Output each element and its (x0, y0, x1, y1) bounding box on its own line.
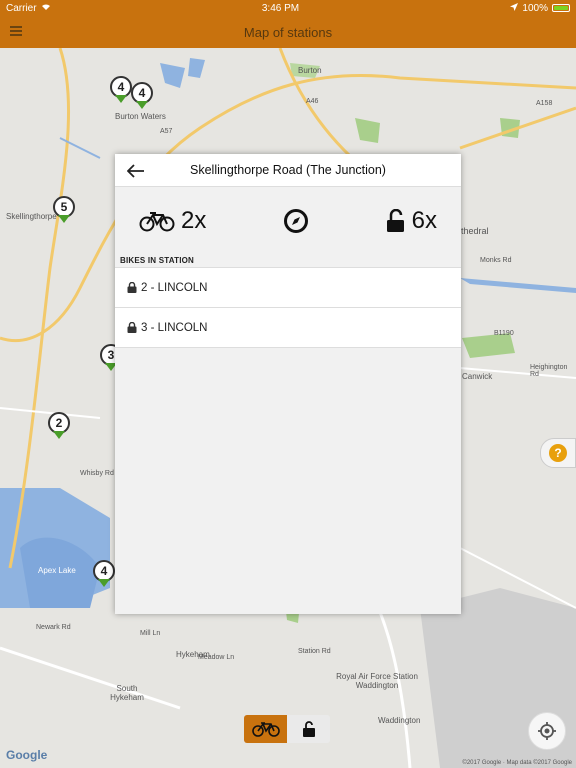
station-pin[interactable]: 4 (93, 560, 115, 588)
unlock-icon (386, 209, 404, 232)
map-label-a46: A46 (306, 98, 319, 105)
map-label-canwick: Canwick (462, 372, 493, 381)
map-label-b1190: B1190 (494, 330, 514, 337)
map-label-burton: Burton (298, 66, 322, 75)
map-label-apex-lake: Apex Lake (38, 566, 76, 575)
unlock-icon (302, 721, 315, 737)
list-item[interactable]: 3 - LINCOLN (115, 308, 461, 348)
modal-header: Skellingthorpe Road (The Junction) (115, 154, 461, 187)
my-location-button[interactable] (528, 712, 566, 750)
map-label-south-hykeham: South Hykeham (110, 684, 144, 702)
map-label-station-rd: Station Rd (298, 648, 331, 655)
carrier-label: Carrier (6, 2, 37, 14)
status-bar: Carrier 3:46 PM 100% (0, 0, 576, 16)
map-label-heighington-rd: Heighington Rd (530, 364, 568, 378)
bike-list: 2 - LINCOLN 3 - LINCOLN (115, 267, 461, 348)
locks-count: 6x (411, 207, 437, 234)
wifi-icon (41, 3, 51, 14)
map-label-burton-waters: Burton Waters (115, 112, 166, 121)
show-locks-toggle[interactable] (287, 715, 330, 743)
bikes-count: 2x (181, 207, 207, 234)
station-pin[interactable]: 2 (48, 412, 70, 440)
map-label-a158: A158 (536, 100, 553, 107)
station-pin[interactable]: 4 (110, 76, 132, 104)
question-mark-icon: ? (549, 444, 567, 462)
bicycle-icon (139, 212, 175, 232)
compass-icon (284, 209, 308, 233)
map-label-raf-waddington: Royal Air Force Station Waddington (336, 672, 418, 690)
page-title: Map of stations (243, 24, 333, 40)
battery-percent: 100% (522, 2, 548, 14)
map-label-meadow-ln: Meadow Ln (198, 654, 235, 661)
location-arrow-icon (510, 2, 519, 14)
station-pin[interactable]: 4 (131, 82, 153, 110)
station-stats: 2x 6x (115, 187, 461, 255)
battery-icon (551, 4, 570, 12)
help-button[interactable]: ? (540, 438, 576, 468)
crosshair-icon (538, 722, 556, 740)
status-time: 3:46 PM (261, 2, 300, 14)
bicycle-icon (251, 722, 280, 737)
map-label-monks-rd: Monks Rd (480, 257, 512, 264)
map-label-waddington: Waddington (378, 716, 421, 725)
station-pin[interactable]: 5 (53, 196, 75, 224)
back-button[interactable] (125, 160, 147, 182)
back-arrow-icon (127, 164, 144, 178)
map-label-whisby-rd: Whisby Rd (80, 470, 114, 477)
list-item[interactable]: 2 - LINCOLN (115, 268, 461, 308)
bike-label: 3 - LINCOLN (141, 321, 208, 334)
show-bikes-toggle[interactable] (244, 715, 287, 743)
free-locks-stat: 6x (386, 207, 437, 235)
map-label-newark-rd: Newark Rd (36, 624, 71, 631)
navigate-stat[interactable] (283, 208, 309, 234)
google-logo: Google (6, 748, 48, 762)
map-label-cathedral: thedral (461, 226, 489, 236)
bike-label: 2 - LINCOLN (141, 281, 208, 294)
hamburger-menu-icon[interactable] (10, 26, 22, 36)
map-label-skellingthorpe: Skellingthorpe (6, 212, 57, 221)
section-heading: BIKES IN STATION (120, 256, 195, 265)
lock-icon (127, 282, 137, 293)
map-label-a57: A57 (160, 128, 173, 135)
available-bikes-stat: 2x (139, 207, 206, 235)
map-label-mill-ln: Mill Ln (140, 630, 161, 637)
nav-bar: Map of stations (0, 16, 576, 48)
lock-icon (127, 322, 137, 333)
station-title: Skellingthorpe Road (The Junction) (190, 163, 386, 177)
station-detail-modal: Skellingthorpe Road (The Junction) 2x 6x (115, 154, 461, 614)
map-mode-toggle (244, 715, 330, 743)
map-credits: ©2017 Google · Map data ©2017 Google (462, 760, 572, 766)
